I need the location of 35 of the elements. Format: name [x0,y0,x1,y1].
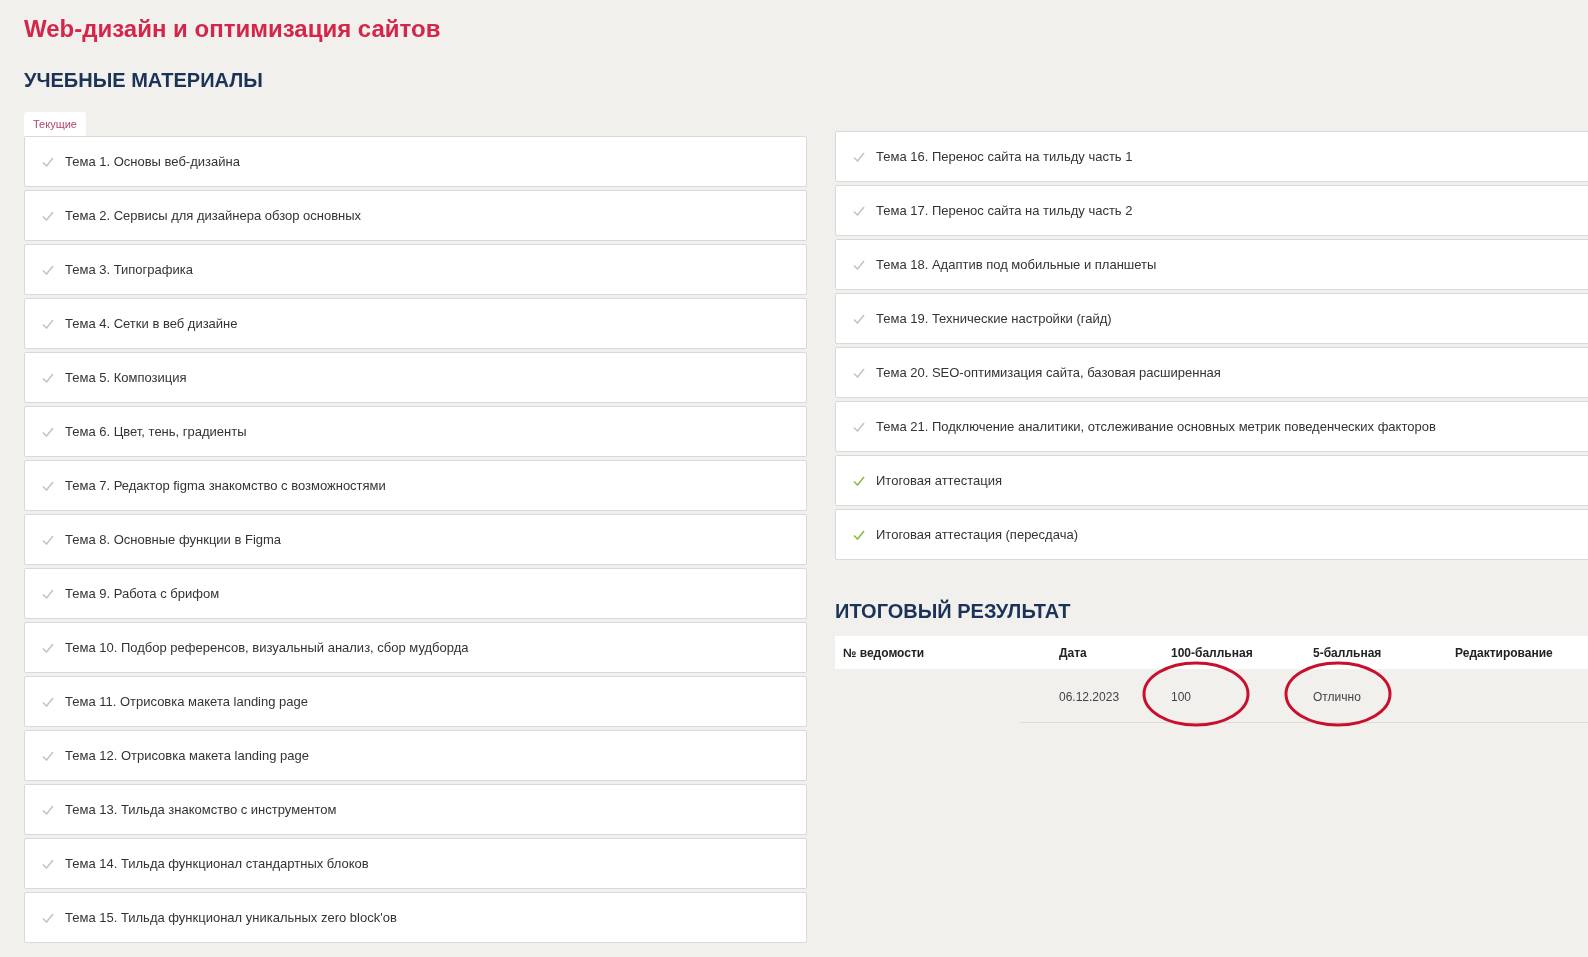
topic-item[interactable]: Тема 17. Перенос сайта на тильду часть 2 [835,185,1588,236]
topic-item[interactable]: Тема 2. Сервисы для дизайнера обзор основных [24,190,807,241]
topic-item[interactable]: Тема 8. Основные функции в Figma [24,514,807,565]
topic-item[interactable]: Тема 9. Работа с брифом [24,568,807,619]
section-heading: ИТОГОВЫЙ РЕЗУЛЬТАТ [835,599,1072,623]
column-header: 100-балльная [1171,644,1254,662]
topic-item[interactable]: Итоговая аттестация [835,455,1588,506]
topic-item[interactable]: Тема 20. SEO-оптимизация сайта, базовая расширенная [835,347,1588,398]
topic-item[interactable]: Тема 4. Сетки в веб дизайне [24,298,807,349]
topic-item[interactable]: Тема 5. Композиция [24,352,807,403]
column-header: 5-балльная [1313,644,1383,662]
column-header: № ведомости [843,644,926,662]
table-cell: 06.12.2023 [1059,689,1120,704]
topic-item[interactable]: Тема 18. Адаптив под мобильные и планшеты [835,239,1588,290]
column-header: Дата [1059,644,1088,662]
topic-item[interactable]: Тема 12. Отрисовка макета landing page [24,730,807,781]
topic-item[interactable]: Итоговая аттестация (пересдача) [835,509,1588,560]
table-cell: 100 [1171,689,1192,704]
topic-item[interactable]: Тема 10. Подбор референсов, визуальный анализ, сбор мудборда [24,622,807,673]
column-header: Редактирование [1455,644,1554,662]
topic-item[interactable]: Тема 6. Цвет, тень, градиенты [24,406,807,457]
topic-item[interactable]: Тема 16. Перенос сайта на тильду часть 1 [835,131,1588,182]
topic-item[interactable]: Тема 21. Подключение аналитики, отслеживание основных метрик поведенческих факторов [835,401,1588,452]
section-heading: УЧЕБНЫЕ МАТЕРИАЛЫ [24,68,264,92]
tab[interactable]: Текущие [24,112,86,136]
topic-item[interactable]: Тема 19. Технические настройки (гайд) [835,293,1588,344]
table-cell: Отлично [1313,689,1361,704]
topic-item[interactable]: Тема 1. Основы веб-дизайна [24,136,807,187]
topic-item[interactable]: Тема 14. Тильда функционал стандартных блоков [24,838,807,889]
topic-item[interactable]: Тема 13. Тильда знакомство с инструментом [24,784,807,835]
topic-item[interactable]: Тема 11. Отрисовка макета landing page [24,676,807,727]
topic-item[interactable]: Тема 15. Тильда функционал уникальных zero block'ов [24,892,807,943]
topic-item[interactable]: Тема 3. Типографика [24,244,807,295]
topic-item[interactable]: Тема 7. Редактор figma знакомство с возможностями [24,460,807,511]
page-title: Web-дизайн и оптимизация сайтов [24,14,442,44]
